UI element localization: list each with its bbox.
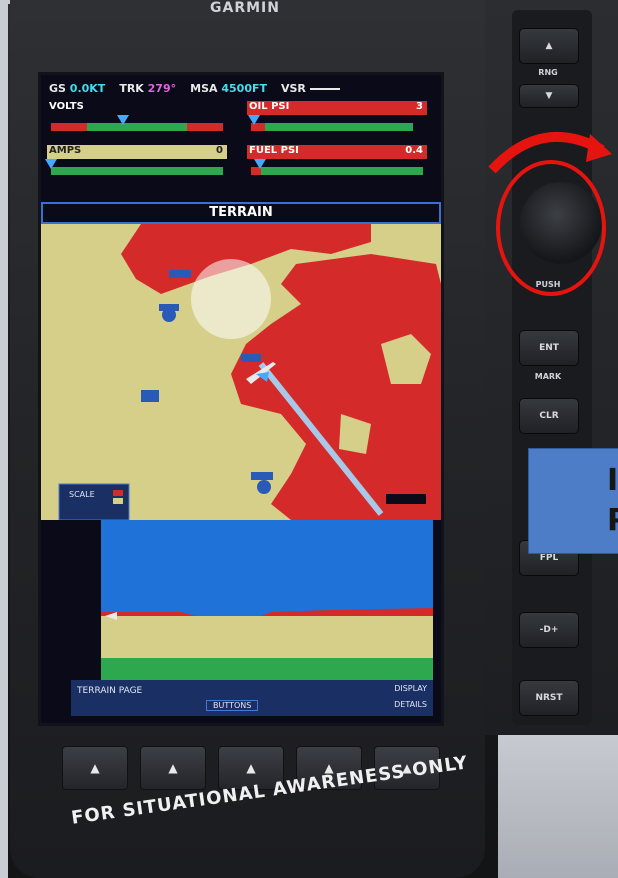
terrain-map[interactable]: SCALE xyxy=(41,224,441,520)
gauge-fuel-title: FUEL PSI 0.4 xyxy=(247,145,427,159)
softkey-2[interactable]: ▲ xyxy=(140,746,206,790)
gauge-oil-bar xyxy=(251,123,423,131)
gauge-amps-bar xyxy=(51,167,223,175)
profile-svg xyxy=(101,520,433,680)
gauge-amps: AMPS 0 xyxy=(45,145,227,187)
gauge-fuel-value: 0.4 xyxy=(405,145,423,156)
gauge-fuel-label: FUEL PSI xyxy=(249,145,299,156)
rotate-arrow-icon xyxy=(488,131,612,174)
gs-field: GS 0.0KT xyxy=(49,82,105,95)
gauge-oil-title: OIL PSI 3 xyxy=(247,101,427,115)
airport-icon-2 xyxy=(257,480,271,494)
overlay-callout: I P xyxy=(528,448,618,554)
gauge-amps-label: AMPS xyxy=(49,145,82,156)
page-title: TERRAIN xyxy=(41,202,441,224)
scale-label: SCALE xyxy=(69,490,95,499)
scale-swatch-yellow xyxy=(113,498,123,504)
waypoint-tag-4 xyxy=(241,354,261,362)
gauge-fuel-psi: FUEL PSI 0.4 xyxy=(247,145,427,187)
device-photo: GARMIN GS 0.0KT TRK 279° MSA 4500FT VSR xyxy=(0,0,618,878)
msa-label: MSA xyxy=(190,81,218,95)
range-up-button[interactable]: ▲ xyxy=(519,28,579,64)
gauge-volts-label: VOLTS xyxy=(49,101,84,112)
data-bar: GS 0.0KT TRK 279° MSA 4500FT VSR xyxy=(41,75,449,101)
msa-value: 4500FT xyxy=(221,81,267,95)
waypoint-tag-1 xyxy=(169,270,191,278)
amps-pointer xyxy=(45,159,57,169)
volts-green xyxy=(87,123,187,131)
gauge-volts-title: VOLTS xyxy=(47,101,227,115)
waypoint-tag-2 xyxy=(159,304,179,311)
profile-terrain-yellow xyxy=(101,616,433,658)
gauge-oil-label: OIL PSI xyxy=(249,101,290,112)
gps-screen: GS 0.0KT TRK 279° MSA 4500FT VSR VOLTS O… xyxy=(38,72,444,726)
status-option[interactable]: BUTTONS xyxy=(206,700,259,711)
mark-label: MARK xyxy=(534,372,562,381)
lower-right-surface xyxy=(498,735,618,878)
gauge-oil-value: 3 xyxy=(416,101,423,112)
photo-border-left xyxy=(0,0,8,878)
vsr-label: VSR xyxy=(281,81,306,95)
fuel-green xyxy=(261,167,423,175)
oil-green xyxy=(265,123,413,131)
nearest-button[interactable]: NRST xyxy=(519,680,579,716)
gs-label: GS xyxy=(49,81,66,95)
terrain-profile xyxy=(41,520,441,690)
trk-field: TRK 279° xyxy=(119,82,176,95)
vsr-value-blank xyxy=(309,87,340,90)
status-page-name: TERRAIN PAGE xyxy=(77,686,143,696)
gs-value: 0.0KT xyxy=(69,81,106,95)
trk-value: 279° xyxy=(147,81,177,95)
volts-red-high xyxy=(187,123,223,131)
profile-terrain-green xyxy=(101,658,433,680)
gauge-amps-value: 0 xyxy=(216,145,223,156)
screen-glare xyxy=(191,259,271,339)
range-label: RNG xyxy=(538,68,558,77)
volts-pointer xyxy=(117,115,130,125)
brand-logo: GARMIN xyxy=(210,0,280,16)
oil-pointer xyxy=(248,115,261,125)
enter-button[interactable]: ENT xyxy=(519,330,579,366)
gauge-oil-psi: OIL PSI 3 xyxy=(247,101,427,143)
scale-swatch-red xyxy=(113,490,123,496)
overlay-line-2: P xyxy=(607,503,618,538)
softkey-1[interactable]: ▲ xyxy=(62,746,128,790)
status-bar: TERRAIN PAGE BUTTONS DISPLAY DETAILS xyxy=(71,680,433,716)
volts-red-low xyxy=(51,123,87,131)
direct-to-button[interactable]: -D+ xyxy=(519,612,579,648)
gauge-volts-bar xyxy=(51,123,223,131)
fuel-pointer xyxy=(253,159,266,169)
clear-button[interactable]: CLR xyxy=(519,398,579,434)
status-right-tag-2: DETAILS xyxy=(394,700,427,709)
amps-green xyxy=(51,167,223,175)
overlay-line-1: I xyxy=(607,463,618,498)
msa-field: MSA 4500FT xyxy=(190,82,267,95)
terrain-map-svg: SCALE xyxy=(58,224,441,520)
waypoint-tag-3 xyxy=(141,390,159,402)
gauge-amps-title: AMPS 0 xyxy=(47,145,227,159)
highlight-ring xyxy=(496,160,606,296)
waypoint-tag-5 xyxy=(251,472,273,480)
trk-label: TRK xyxy=(119,81,144,95)
gauge-volts: VOLTS xyxy=(47,101,227,143)
gauge-fuel-bar xyxy=(251,167,423,175)
waypoint-tag-6 xyxy=(386,494,426,504)
vsr-field: VSR xyxy=(281,82,340,95)
range-down-button[interactable]: ▼ xyxy=(519,84,579,108)
status-right-tag: DISPLAY xyxy=(394,684,427,693)
